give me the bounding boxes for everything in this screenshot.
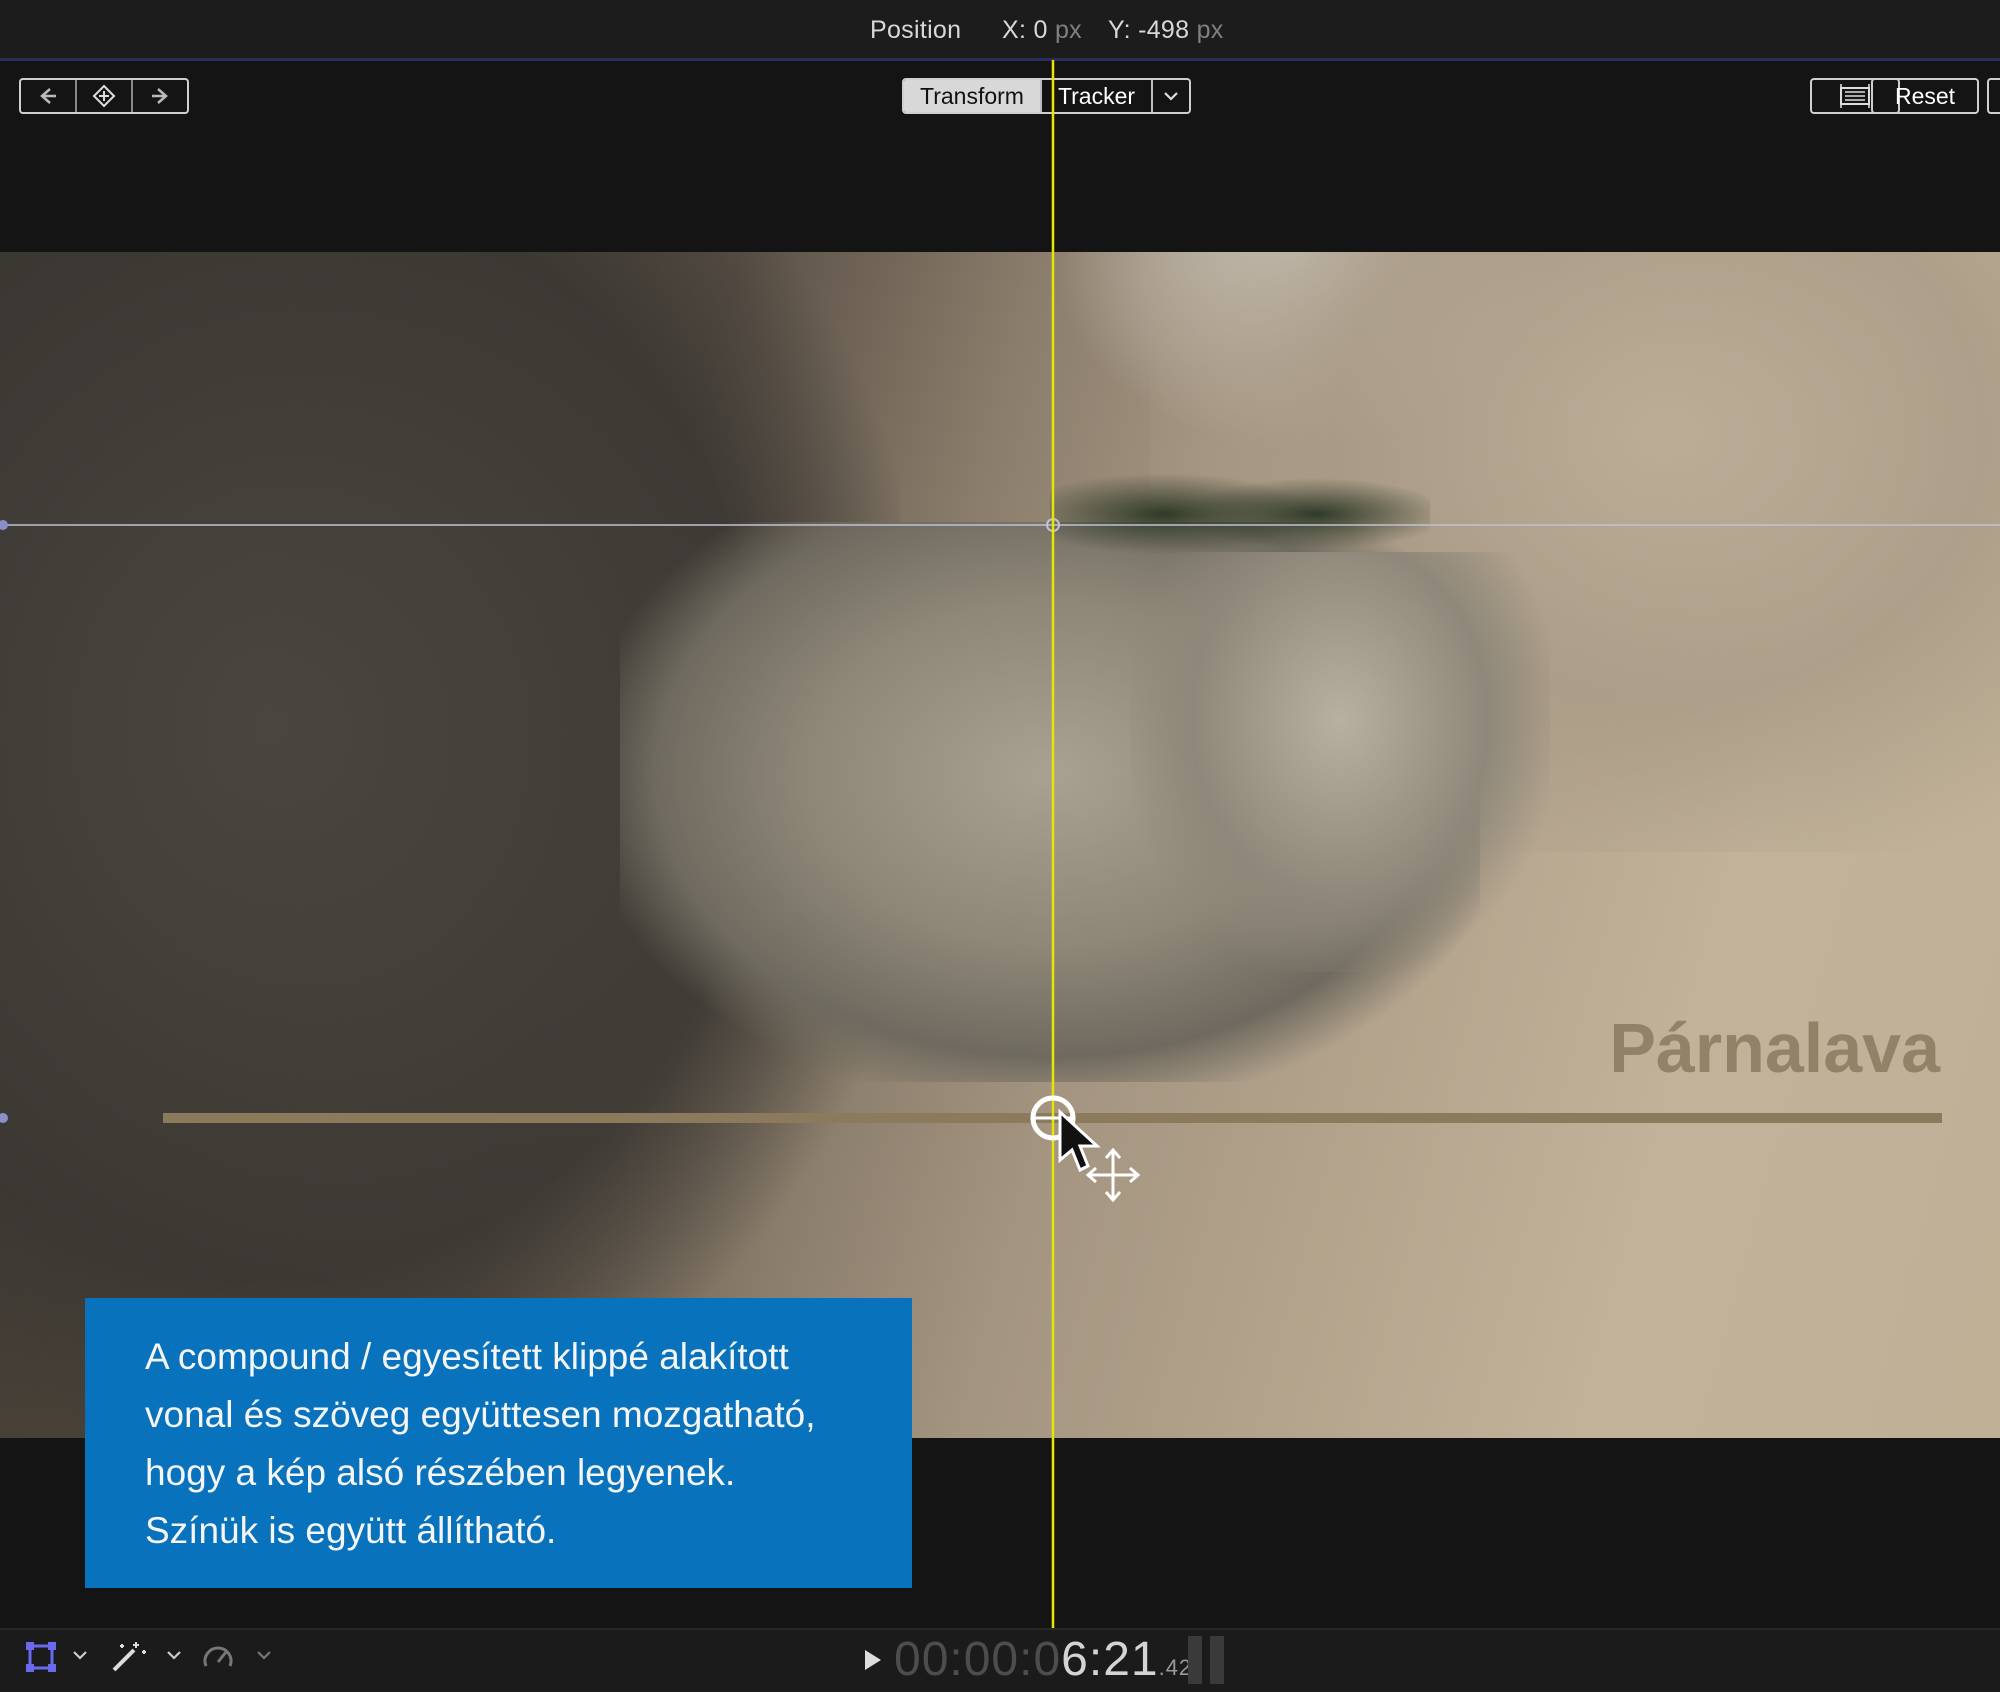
transform-tool-dropdown[interactable] [72,1648,88,1666]
timecode-display[interactable]: 00:00:06:21.42 [894,1632,1192,1687]
chevron-down-icon [167,1651,181,1660]
chevron-down-icon [257,1651,271,1660]
callout-text: A compound / egyesített klippé alakított… [145,1336,816,1551]
line-handle-left[interactable] [0,1113,8,1123]
speedometer-icon [203,1646,233,1667]
chevron-down-icon [73,1651,87,1660]
transform-tool-icon [26,1642,56,1672]
play-button[interactable] [862,1648,884,1677]
enhance-button[interactable] [108,1640,148,1679]
play-icon [865,1650,881,1670]
move-cursor-icon [1085,1147,1141,1203]
enhance-dropdown[interactable] [166,1648,182,1666]
timecode-main: 6:21 [1061,1633,1159,1686]
magic-wand-icon [112,1642,146,1672]
retime-dropdown[interactable] [256,1648,272,1666]
instruction-callout: A compound / egyesített klippé alakított… [85,1298,912,1588]
audio-meter-icon[interactable] [1186,1636,1228,1689]
timecode-leading: 00:00:0 [894,1633,1062,1686]
transform-tool-button[interactable] [24,1640,58,1679]
retime-button[interactable] [200,1640,236,1679]
guide-handle-left[interactable] [0,520,8,530]
